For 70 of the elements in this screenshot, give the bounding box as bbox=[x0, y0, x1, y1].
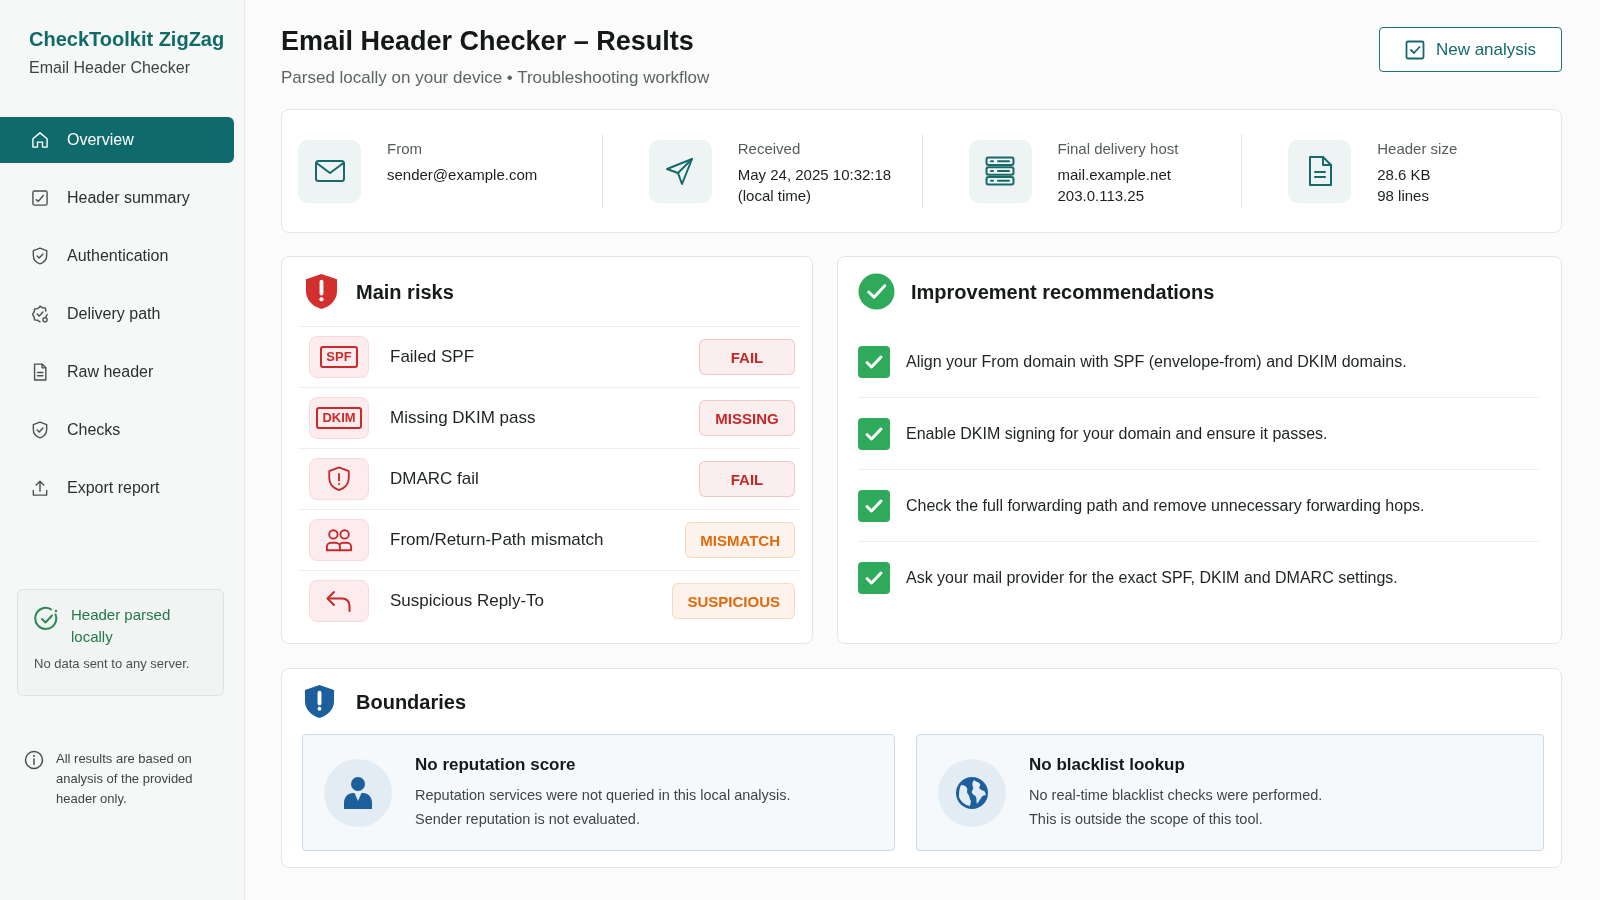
nav-item[interactable]: Export report bbox=[0, 465, 234, 511]
risk-label: Missing DKIM pass bbox=[390, 408, 537, 428]
status-label: FAIL bbox=[699, 461, 795, 497]
boundary-text: This is outside the scope of this tool. bbox=[1029, 810, 1264, 829]
protocol-label: DKIM bbox=[316, 407, 362, 429]
app-subtitle: Email Header Checker bbox=[28, 58, 191, 78]
nav-item[interactable]: Raw header bbox=[0, 349, 234, 395]
info-icon bbox=[24, 750, 44, 770]
stat-value: May 24, 2025 10:32:18 bbox=[737, 165, 892, 185]
boundary-text: No real-time blacklist checks were performed. bbox=[1029, 786, 1323, 805]
risk-label: Suspicious Reply-To bbox=[390, 591, 545, 611]
stat-label: From bbox=[387, 139, 423, 159]
nav-item[interactable]: Overview bbox=[0, 117, 234, 163]
risk-label: From/Return-Path mismatch bbox=[390, 530, 605, 550]
protocol-label: SPF bbox=[320, 346, 358, 368]
stat-label: Received bbox=[737, 139, 802, 159]
boundary-text: Sender reputation is not evaluated. bbox=[415, 810, 641, 829]
risk-label: DMARC fail bbox=[390, 469, 480, 489]
document-icon bbox=[1288, 139, 1352, 203]
reply-icon bbox=[309, 580, 369, 622]
status-label: FAIL bbox=[699, 339, 795, 375]
nav-item[interactable]: Checks bbox=[0, 407, 234, 453]
badge-check-icon bbox=[30, 304, 50, 324]
boundary-text: Reputation services were not queried in this local analysis. bbox=[415, 786, 791, 805]
status-label: MISSING bbox=[699, 400, 795, 436]
recommendation-text: Enable DKIM signing for your domain and ensure it passes. bbox=[906, 424, 1328, 443]
checklist-icon bbox=[30, 188, 50, 208]
users-icon bbox=[309, 519, 369, 561]
shield-check-icon bbox=[30, 246, 50, 266]
boundary-title: No blacklist lookup bbox=[1029, 754, 1186, 776]
shield-check-icon bbox=[30, 420, 50, 440]
risk-label: Failed SPF bbox=[390, 347, 476, 367]
new-analysis-button[interactable]: New analysis bbox=[1379, 27, 1562, 72]
page-subtitle: Parsed locally on your device • Troubleshooting workflow bbox=[281, 67, 710, 89]
status-title: Header parsed locally bbox=[71, 605, 172, 647]
shield-alert-icon bbox=[309, 458, 369, 500]
check-circle-icon bbox=[858, 273, 895, 310]
stat-value: 28.6 KB bbox=[1377, 165, 1432, 185]
status-label: MISMATCH bbox=[685, 522, 795, 558]
stat-value: sender@example.com bbox=[387, 165, 538, 185]
nav-item[interactable]: Delivery path bbox=[0, 291, 234, 337]
upload-icon bbox=[30, 478, 50, 498]
nav-item[interactable]: Authentication bbox=[0, 233, 234, 279]
stat-label: Header size bbox=[1377, 139, 1458, 159]
server-icon bbox=[968, 139, 1032, 203]
home-icon bbox=[30, 130, 50, 150]
stat-label: Final delivery host bbox=[1057, 139, 1179, 159]
shield-alert-icon bbox=[304, 684, 335, 719]
mail-icon bbox=[298, 139, 361, 203]
nav-item[interactable]: Header summary bbox=[0, 175, 234, 221]
recommendation-text: Ask your mail provider for the exact SPF, DKIM and DMARC settings. bbox=[906, 568, 1398, 587]
boundary-title: No reputation score bbox=[415, 754, 577, 776]
brand-name: CheckToolkit ZigZag bbox=[28, 27, 226, 51]
shield-alert-icon bbox=[305, 273, 338, 310]
paper-plane-icon bbox=[648, 139, 712, 203]
stat-value: mail.example.net bbox=[1057, 165, 1172, 185]
check-square-icon bbox=[1404, 39, 1425, 60]
stat-value: (local time) bbox=[737, 186, 813, 206]
page-title: Email Header Checker – Results bbox=[281, 25, 695, 57]
status-label: SUSPICIOUS bbox=[672, 583, 795, 619]
status-text: No data sent to any server. bbox=[34, 655, 191, 673]
check-circle-icon bbox=[34, 606, 60, 632]
stat-value: 203.0.113.25 bbox=[1057, 186, 1145, 206]
recommendation-text: Align your From domain with SPF (envelope-from) and DKIM domains. bbox=[906, 352, 1407, 371]
card-title: Boundaries bbox=[356, 689, 467, 715]
recommendation-text: Check the full forwarding path and remove unnecessary forwarding hops. bbox=[906, 496, 1425, 515]
stat-value: 98 lines bbox=[1377, 186, 1430, 206]
card-title: Improvement recommendations bbox=[911, 279, 1215, 305]
card-title: Main risks bbox=[356, 279, 454, 305]
note-text: All results are based on analysis of the provided header only. bbox=[56, 750, 194, 808]
